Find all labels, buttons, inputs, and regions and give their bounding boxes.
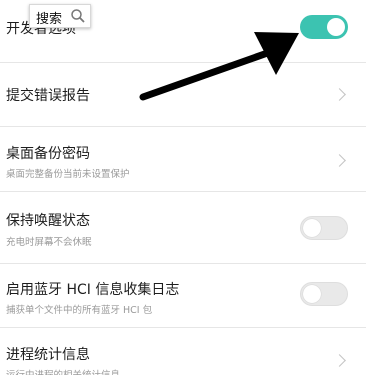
annotation-arrow-icon [139,32,299,101]
